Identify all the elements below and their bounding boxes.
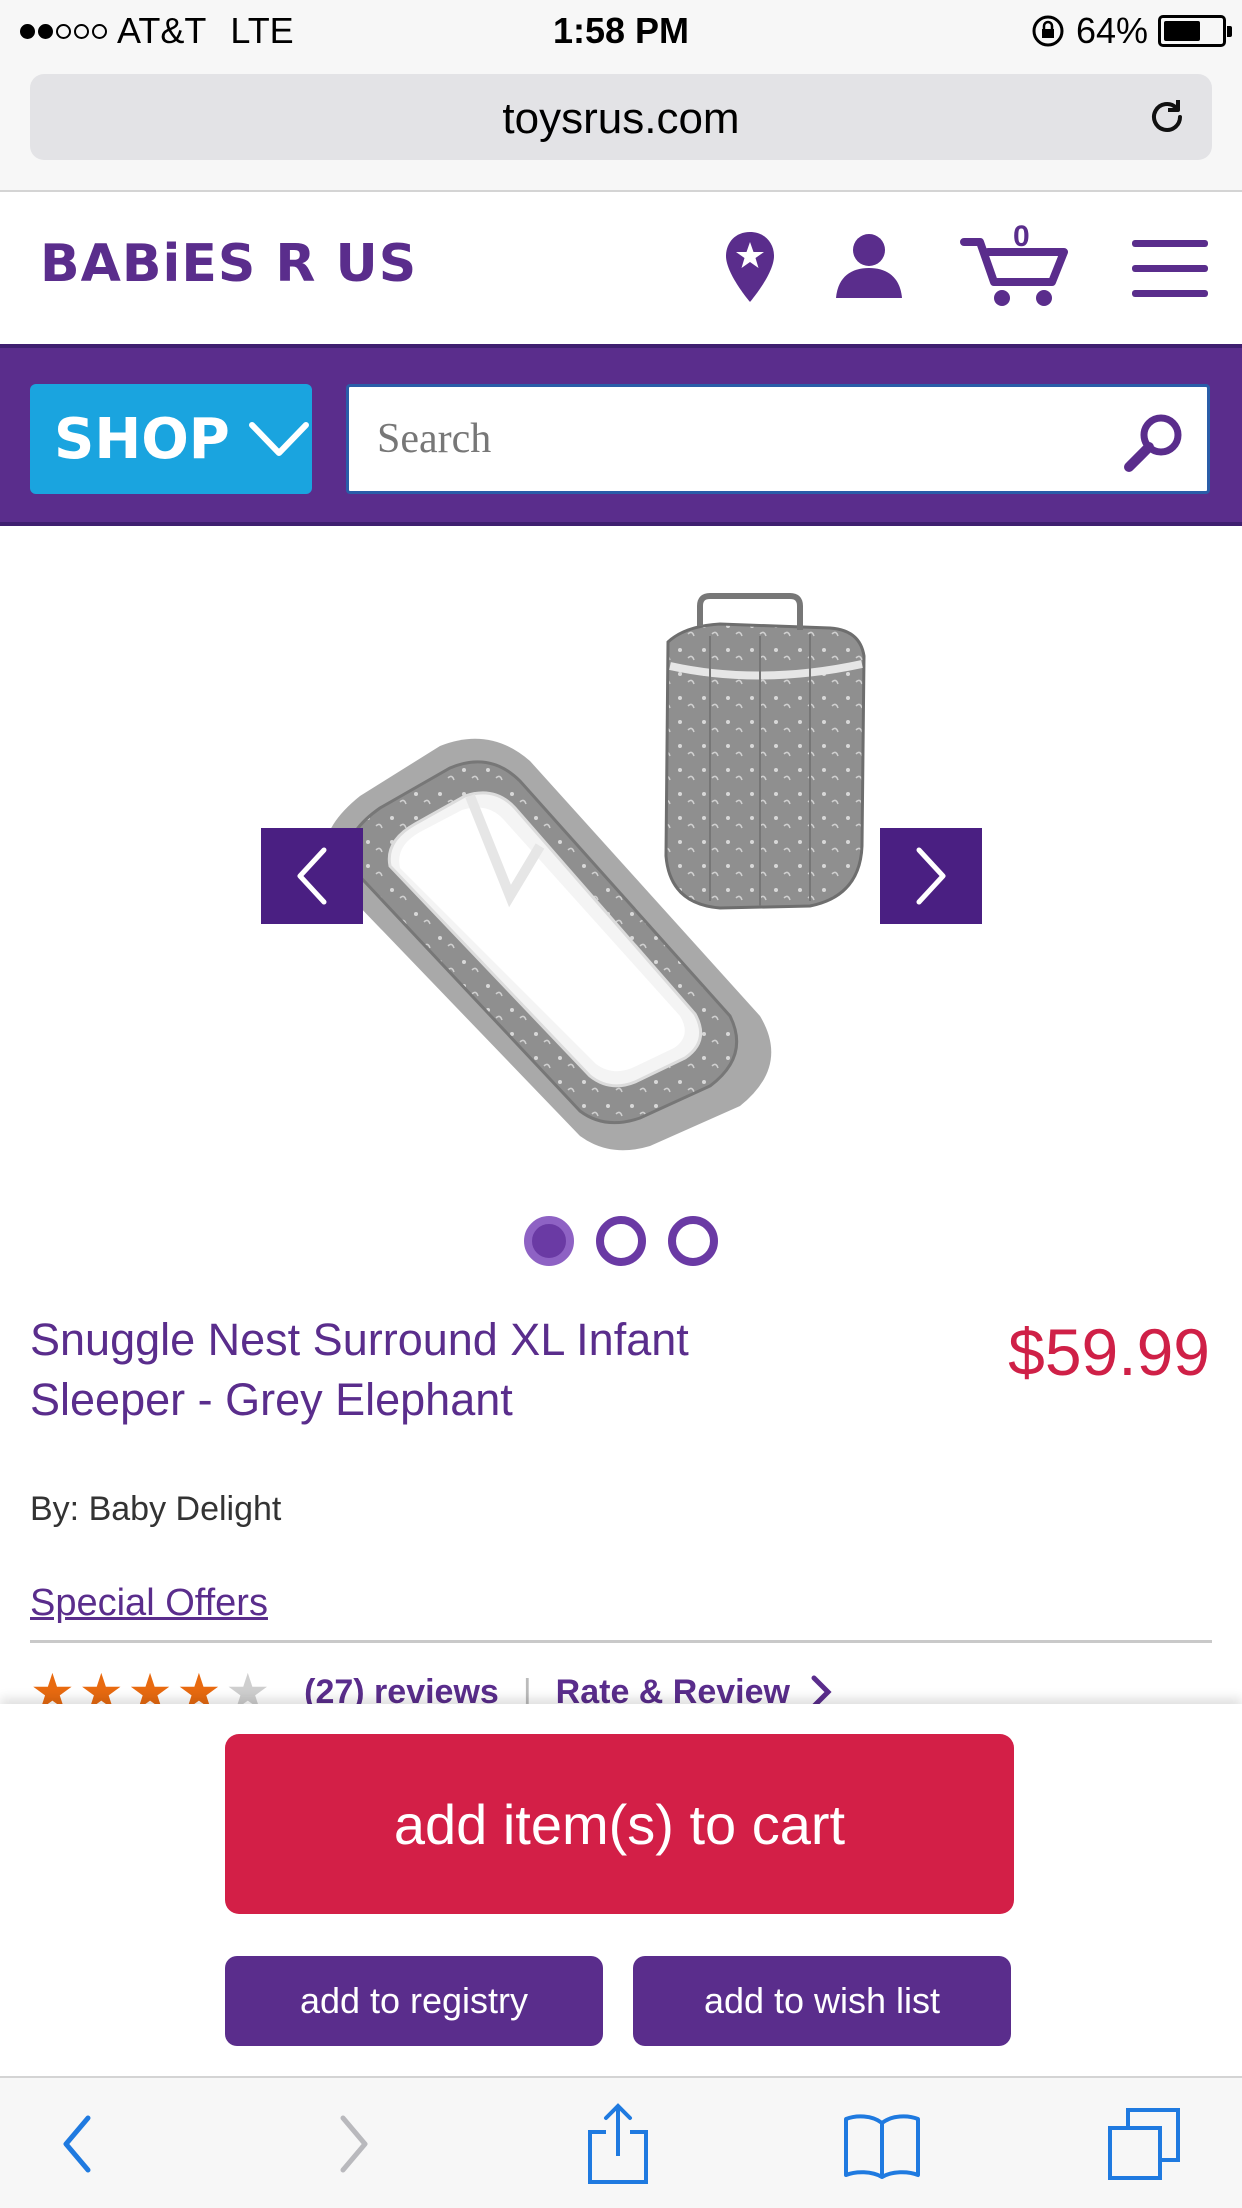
browser-back-button[interactable]	[38, 2104, 118, 2184]
add-to-cart-button[interactable]: add item(s) to cart	[225, 1734, 1014, 1914]
hamburger-menu-icon[interactable]	[1132, 238, 1208, 300]
special-offers-link[interactable]: Special Offers	[30, 1582, 268, 1625]
chevron-right-icon	[340, 2115, 368, 2173]
product-price: $59.99	[1008, 1315, 1210, 1389]
reload-icon[interactable]	[1144, 94, 1190, 140]
map-pin-star-icon[interactable]	[722, 230, 778, 304]
product-gallery	[0, 526, 1242, 1276]
tabs-icon	[1108, 2108, 1180, 2180]
chevron-left-icon	[297, 847, 327, 905]
carousel-dot[interactable]	[668, 1216, 718, 1266]
shop-search-band: SHOP	[0, 344, 1242, 526]
bookmarks-icon	[844, 2114, 920, 2179]
search-input[interactable]	[377, 387, 1117, 491]
gallery-prev-button[interactable]	[261, 828, 363, 924]
rotation-lock-icon	[1032, 15, 1064, 47]
browser-forward-button[interactable]	[313, 2104, 393, 2184]
chevron-down-icon	[248, 422, 309, 456]
user-icon[interactable]	[834, 230, 904, 300]
add-to-registry-button[interactable]: add to registry	[225, 1956, 603, 2046]
address-bar[interactable]: toysrus.com	[30, 74, 1212, 160]
chevron-right-icon	[916, 847, 946, 905]
bookmarks-button[interactable]	[842, 2104, 922, 2184]
browser-toolbar	[0, 2076, 1242, 2208]
battery-icon	[1158, 15, 1232, 47]
browser-address-area: toysrus.com	[0, 62, 1242, 192]
product-brand: By: Baby Delight	[30, 1490, 282, 1528]
status-bar: AT&T LTE 1:58 PM 64%	[0, 0, 1242, 62]
cart-count-badge: 0	[1013, 220, 1030, 253]
search-box[interactable]	[346, 384, 1210, 494]
carousel-dot[interactable]	[596, 1216, 646, 1266]
carousel-dot[interactable]	[524, 1216, 574, 1266]
site-header: BABiES R US 0	[0, 192, 1242, 344]
product-image[interactable]	[290, 546, 950, 1196]
shop-menu-button[interactable]: SHOP	[30, 384, 312, 494]
address-url[interactable]: toysrus.com	[30, 94, 1212, 144]
divider	[30, 1640, 1212, 1643]
chevron-left-icon	[63, 2115, 91, 2173]
babies-r-us-logo[interactable]: BABiES R US	[40, 234, 417, 294]
product-title: Snuggle Nest Surround XL Infant Sleeper …	[30, 1314, 689, 1425]
search-icon[interactable]	[1123, 411, 1185, 473]
gallery-next-button[interactable]	[880, 828, 982, 924]
add-to-wish-list-button[interactable]: add to wish list	[633, 1956, 1011, 2046]
tabs-button[interactable]	[1104, 2104, 1184, 2184]
action-panel: add item(s) to cart add to registry add …	[0, 1704, 1242, 2076]
carousel-dots	[0, 1216, 1242, 1266]
battery-percent: 64%	[1075, 10, 1148, 51]
share-icon	[588, 2103, 648, 2184]
share-button[interactable]	[578, 2103, 658, 2184]
status-right: 64%	[1030, 10, 1232, 52]
shop-label: SHOP	[54, 406, 230, 472]
